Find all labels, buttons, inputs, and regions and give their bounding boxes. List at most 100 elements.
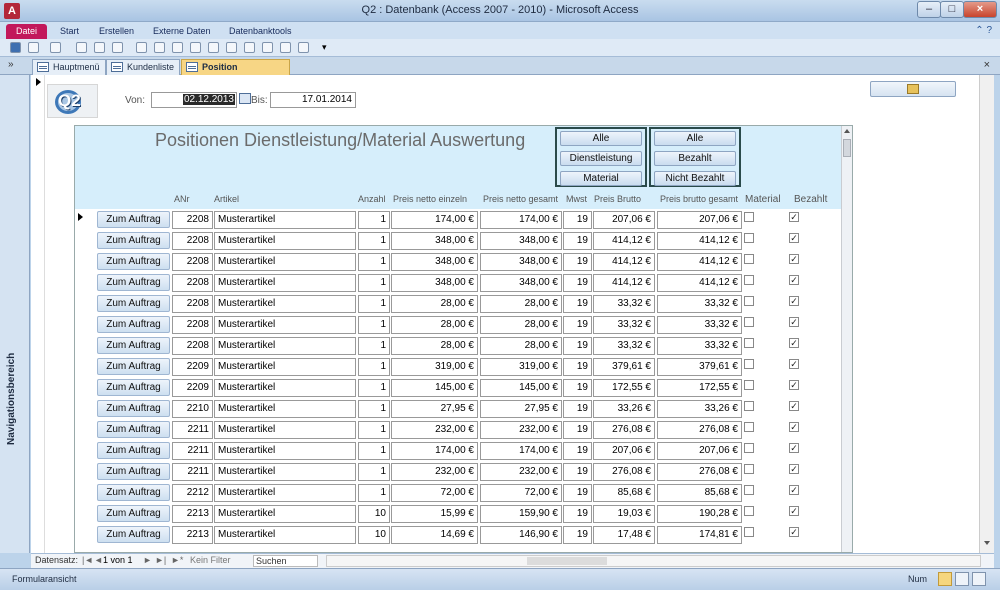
cell-preis-brutto-gesamt[interactable]: 207,06 € (657, 211, 742, 229)
cell-preis-brutto[interactable]: 207,06 € (593, 442, 655, 460)
cell-preis-netto-gesamt[interactable]: 174,00 € (480, 211, 562, 229)
tab-start[interactable]: Start (52, 24, 87, 39)
cell-artikel[interactable]: Musterartikel (214, 400, 356, 418)
bezahlt-checkbox[interactable]: ✓ (789, 359, 799, 369)
zum-auftrag-button[interactable]: Zum Auftrag (97, 295, 170, 312)
bis-date-field[interactable]: 17.01.2014 (270, 92, 356, 108)
cell-preis-brutto[interactable]: 414,12 € (593, 232, 655, 250)
cell-preis-brutto[interactable]: 19,03 € (593, 505, 655, 523)
bezahlt-checkbox[interactable]: ✓ (789, 527, 799, 537)
toolbar-icon[interactable] (298, 42, 309, 53)
cell-mwst[interactable]: 19 (563, 379, 592, 397)
cell-anr[interactable]: 2209 (172, 358, 213, 376)
cell-mwst[interactable]: 19 (563, 232, 592, 250)
cell-preis-netto-einzeln[interactable]: 174,00 € (391, 442, 478, 460)
help-icon[interactable]: ⌃ ? (975, 25, 992, 36)
scroll-thumb[interactable] (843, 139, 851, 157)
redo-icon[interactable] (50, 42, 61, 53)
next-record-button[interactable]: ► (143, 554, 152, 567)
material-checkbox[interactable] (744, 317, 754, 327)
cell-anzahl[interactable]: 1 (358, 442, 390, 460)
cell-anzahl[interactable]: 1 (358, 484, 390, 502)
cell-preis-netto-einzeln[interactable]: 28,00 € (391, 337, 478, 355)
cell-preis-netto-gesamt[interactable]: 319,00 € (480, 358, 562, 376)
cell-preis-brutto[interactable]: 33,32 € (593, 337, 655, 355)
cell-anr[interactable]: 2213 (172, 505, 213, 523)
cell-preis-netto-gesamt[interactable]: 174,00 € (480, 442, 562, 460)
toolbar-icon[interactable] (262, 42, 273, 53)
cell-artikel[interactable]: Musterartikel (214, 211, 356, 229)
cell-anzahl[interactable]: 1 (358, 253, 390, 271)
cell-anr[interactable]: 2213 (172, 526, 213, 544)
new-record-button[interactable]: ►* (171, 554, 183, 567)
action-button[interactable] (870, 81, 956, 97)
cell-artikel[interactable]: Musterartikel (214, 358, 356, 376)
calendar-icon[interactable] (239, 93, 251, 104)
cell-preis-brutto[interactable]: 33,26 € (593, 400, 655, 418)
cell-artikel[interactable]: Musterartikel (214, 295, 356, 313)
cell-mwst[interactable]: 19 (563, 316, 592, 334)
cell-artikel[interactable]: Musterartikel (214, 379, 356, 397)
cell-anr[interactable]: 2208 (172, 232, 213, 250)
tab-externe-daten[interactable]: Externe Daten (145, 24, 219, 39)
toolbar-icon[interactable] (208, 42, 219, 53)
filter-nicht-bezahlt-button[interactable]: Nicht Bezahlt (654, 171, 736, 186)
customize-dropdown-icon[interactable]: ▾ (322, 42, 333, 53)
toolbar-icon[interactable] (112, 42, 123, 53)
cell-anzahl[interactable]: 1 (358, 400, 390, 418)
cell-preis-netto-einzeln[interactable]: 145,00 € (391, 379, 478, 397)
scroll-down-icon[interactable] (984, 541, 990, 545)
cell-anr[interactable]: 2211 (172, 463, 213, 481)
zum-auftrag-button[interactable]: Zum Auftrag (97, 316, 170, 333)
cell-mwst[interactable]: 19 (563, 463, 592, 481)
toolbar-icon[interactable] (136, 42, 147, 53)
cell-preis-netto-einzeln[interactable]: 28,00 € (391, 316, 478, 334)
bezahlt-checkbox[interactable]: ✓ (789, 296, 799, 306)
first-record-button[interactable]: |◄ (82, 554, 93, 567)
undo-icon[interactable] (28, 42, 39, 53)
material-checkbox[interactable] (744, 275, 754, 285)
bezahlt-checkbox[interactable]: ✓ (789, 254, 799, 264)
material-checkbox[interactable] (744, 464, 754, 474)
material-checkbox[interactable] (744, 506, 754, 516)
cell-mwst[interactable]: 19 (563, 274, 592, 292)
cell-mwst[interactable]: 19 (563, 295, 592, 313)
zum-auftrag-button[interactable]: Zum Auftrag (97, 211, 170, 228)
bezahlt-checkbox[interactable]: ✓ (789, 317, 799, 327)
material-checkbox[interactable] (744, 338, 754, 348)
cell-preis-brutto[interactable]: 207,06 € (593, 211, 655, 229)
cell-mwst[interactable]: 19 (563, 526, 592, 544)
record-position[interactable]: 1 von 1 (103, 554, 133, 567)
filter-bezahlt-button[interactable]: Bezahlt (654, 151, 736, 166)
zum-auftrag-button[interactable]: Zum Auftrag (97, 421, 170, 438)
cell-artikel[interactable]: Musterartikel (214, 484, 356, 502)
bezahlt-checkbox[interactable]: ✓ (789, 485, 799, 495)
cell-preis-netto-gesamt[interactable]: 27,95 € (480, 400, 562, 418)
minimize-button[interactable]: – (917, 1, 941, 18)
cell-mwst[interactable]: 19 (563, 484, 592, 502)
toolbar-icon[interactable] (190, 42, 201, 53)
cell-preis-netto-gesamt[interactable]: 72,00 € (480, 484, 562, 502)
close-window-button[interactable]: × (963, 1, 997, 18)
cell-preis-netto-gesamt[interactable]: 348,00 € (480, 253, 562, 271)
zum-auftrag-button[interactable]: Zum Auftrag (97, 337, 170, 354)
toolbar-icon[interactable] (154, 42, 165, 53)
toolbar-icon[interactable] (172, 42, 183, 53)
bezahlt-checkbox[interactable]: ✓ (789, 464, 799, 474)
cell-anr[interactable]: 2208 (172, 337, 213, 355)
tab-datei[interactable]: Datei (6, 24, 47, 39)
cell-anzahl[interactable]: 1 (358, 379, 390, 397)
cell-anzahl[interactable]: 10 (358, 526, 390, 544)
cell-preis-netto-einzeln[interactable]: 319,00 € (391, 358, 478, 376)
cell-artikel[interactable]: Musterartikel (214, 232, 356, 250)
cell-preis-brutto[interactable]: 276,08 € (593, 421, 655, 439)
cell-anr[interactable]: 2208 (172, 316, 213, 334)
previous-record-button[interactable]: ◄ (94, 554, 103, 567)
zum-auftrag-button[interactable]: Zum Auftrag (97, 379, 170, 396)
cell-preis-netto-einzeln[interactable]: 14,69 € (391, 526, 478, 544)
cell-preis-brutto-gesamt[interactable]: 207,06 € (657, 442, 742, 460)
zum-auftrag-button[interactable]: Zum Auftrag (97, 526, 170, 543)
material-checkbox[interactable] (744, 485, 754, 495)
cell-preis-netto-gesamt[interactable]: 28,00 € (480, 295, 562, 313)
bezahlt-checkbox[interactable]: ✓ (789, 380, 799, 390)
